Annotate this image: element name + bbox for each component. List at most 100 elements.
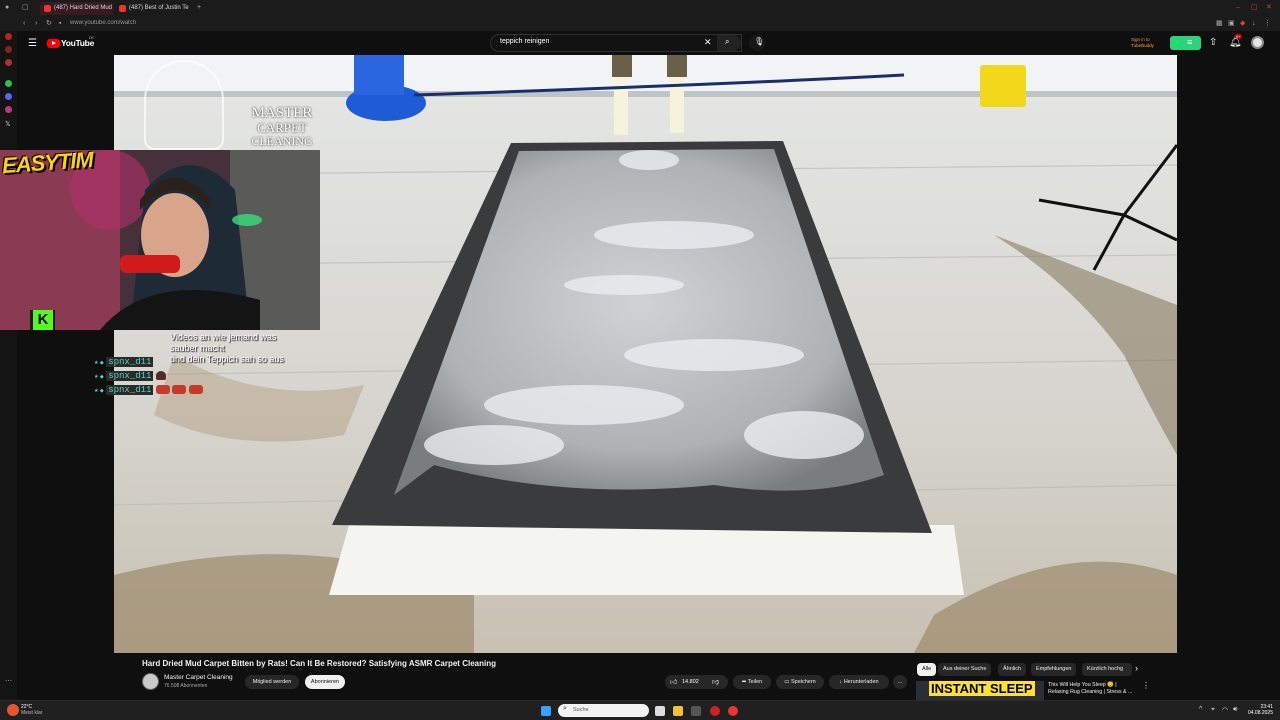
app-taskbar-icon[interactable] xyxy=(728,706,738,716)
chat-message: ★ ◆ spnx_d11 xyxy=(94,369,203,383)
reload-icon[interactable]: ↻ xyxy=(46,19,52,29)
sidebar-more-icon[interactable]: ⋯ xyxy=(5,677,12,687)
tray-location-icon[interactable]: ⌖ xyxy=(1211,706,1215,714)
taskbar-search-icon: ⌕ xyxy=(563,705,567,712)
join-button[interactable]: Mitglied werden xyxy=(245,675,299,689)
chip-from-search[interactable]: Aus deiner Suche xyxy=(938,663,992,676)
forward-icon[interactable]: › xyxy=(35,19,37,29)
sidebar-x-icon[interactable]: 𝕏 xyxy=(5,120,11,130)
chip-recommendations[interactable]: Empfehlungen xyxy=(1031,663,1077,676)
task-view-icon[interactable] xyxy=(655,706,665,716)
watermark-cleaner-icon xyxy=(144,60,224,150)
chat-username: spnx_d11 xyxy=(106,385,154,395)
search-input[interactable]: teppich reinigen xyxy=(500,38,549,45)
chat-messages: ★ ◆ spnx_d11 ★ ◆ spnx_d11 ★ ◆ spnx_d11 xyxy=(94,355,203,397)
channel-watermark: MASTER CARPET CLEANING xyxy=(227,105,337,148)
watermark-line-2: CARPET xyxy=(257,120,307,135)
recommendation-thumbnail[interactable]: INSTANT SLEEP xyxy=(916,681,1044,700)
sidebar-messenger-icon[interactable] xyxy=(5,59,12,66)
recommendation-menu-icon[interactable]: ⋮ xyxy=(1142,681,1150,690)
weather-widget[interactable]: 22°C Meist klar xyxy=(21,704,42,716)
windows-taskbar: 22°C Meist klar ⌕ Suche ^ ⌖ ◠ 🔊︎ 23:41 0… xyxy=(0,700,1280,720)
sidebar-discord-icon[interactable] xyxy=(5,93,12,100)
tray-chevron-icon[interactable]: ^ xyxy=(1199,706,1202,713)
subscribe-button[interactable]: Abonnieren xyxy=(305,675,345,689)
file-explorer-icon[interactable] xyxy=(673,706,683,716)
extensions-icon[interactable]: ▦ xyxy=(1216,19,1223,29)
hamburger-menu-icon[interactable]: ☰ xyxy=(28,38,37,49)
chat-message: ★ ◆ spnx_d11 xyxy=(94,383,203,397)
sidebar-opera-icon[interactable] xyxy=(5,33,12,40)
lock-icon: ▪ xyxy=(59,20,62,27)
tubebuddy-signin[interactable]: Sign in to TubeBuddy xyxy=(1131,37,1154,48)
thumbnail-text: INSTANT SLEEP xyxy=(929,681,1035,696)
upload-icon[interactable]: ⇧ xyxy=(1209,37,1217,48)
dislike-icon[interactable]: 👎︎ xyxy=(712,677,719,686)
search-box[interactable]: teppich reinigen ✕ xyxy=(490,34,742,52)
download-button[interactable]: ↓ Herunterladen xyxy=(829,675,889,689)
taskbar-search[interactable]: ⌕ Suche xyxy=(558,704,649,717)
tab-title: (487) Best of Justin Te xyxy=(129,5,189,11)
screenshot-icon[interactable]: ▣ xyxy=(1228,19,1235,29)
share-button[interactable]: ➦ Teilen xyxy=(733,675,771,689)
new-tab-button[interactable]: + xyxy=(197,3,201,13)
chips-next-icon[interactable]: › xyxy=(1135,663,1138,673)
volume-icon[interactable]: 🔊︎ xyxy=(1233,706,1237,714)
download-label: Herunterladen xyxy=(843,679,879,685)
search-icon: ⌕ xyxy=(725,37,730,46)
browser-tab-bar: ● ▢ (487) Hard Dried Mud (487) Best of J… xyxy=(0,0,1280,16)
address-bar: ‹ › ↻ ▪ www.youtube.com/watch ▦ ▣ ◆ ↓ ⋮ xyxy=(0,16,1280,31)
chip-recent[interactable]: Kürzlich hochg xyxy=(1082,663,1132,676)
streamer-webcam: EASYTIM K xyxy=(0,150,320,330)
chip-similar[interactable]: Ähnlich xyxy=(998,663,1027,676)
kick-logo-icon: K xyxy=(33,310,53,330)
chat-badge-icon: ★ ◆ xyxy=(94,360,104,366)
chat-emote-icon xyxy=(172,385,187,395)
channel-name[interactable]: Master Carpet Cleaning xyxy=(164,674,233,681)
download-icon[interactable]: ↓ xyxy=(1252,19,1256,29)
close-window-icon[interactable]: ✕ xyxy=(1266,3,1272,13)
maximize-icon[interactable]: ▢ xyxy=(1251,3,1258,13)
logo-country: DE xyxy=(89,36,94,40)
back-icon[interactable]: ‹ xyxy=(23,19,25,29)
clock[interactable]: 23:41 04.08.2025 xyxy=(1247,704,1273,716)
avatar[interactable] xyxy=(1251,36,1264,49)
like-count[interactable]: 14.802 xyxy=(682,679,699,685)
like-icon[interactable]: 👍︎ xyxy=(670,677,677,686)
recommendation-title[interactable]: This Will Help You Sleep 😴 | Relaxing Ru… xyxy=(1048,682,1132,696)
more-actions-button[interactable]: ... xyxy=(893,675,907,689)
tab-overview-icon[interactable]: ▢ xyxy=(22,3,29,13)
caption-line: sauber macht xyxy=(170,343,225,353)
voice-search-button[interactable]: 🎙︎ xyxy=(749,35,765,51)
tab-active[interactable]: (487) Hard Dried Mud xyxy=(40,2,113,15)
chat-username: spnx_d11 xyxy=(106,357,154,367)
shield-icon[interactable]: ◆ xyxy=(1240,19,1245,29)
subscriber-count: 76.508 Abonnenten xyxy=(164,683,208,689)
settings-icon[interactable]: ⋮ xyxy=(1264,19,1271,29)
sidebar-instagram-icon[interactable] xyxy=(5,106,12,113)
save-label: Speichern xyxy=(790,679,816,685)
clear-search-icon[interactable]: ✕ xyxy=(704,37,712,48)
url-text[interactable]: www.youtube.com/watch xyxy=(70,18,136,29)
channel-avatar[interactable] xyxy=(142,673,159,690)
save-button[interactable]: ▭ Speichern xyxy=(776,675,824,689)
menu-lines-icon: ≡ xyxy=(1187,37,1193,47)
tubebuddy-icon: ● xyxy=(1175,38,1180,47)
minimize-icon[interactable]: – xyxy=(1236,3,1240,13)
opera-taskbar-icon[interactable] xyxy=(710,706,720,716)
webcam-frame xyxy=(0,150,320,330)
chat-message: ★ ◆ spnx_d11 xyxy=(94,355,203,369)
video-title: Hard Dried Mud Carpet Bitten by Rats! Ca… xyxy=(142,659,496,668)
weather-icon[interactable] xyxy=(7,704,19,716)
windows-start-icon[interactable] xyxy=(541,706,551,716)
search-button[interactable]: ⌕ xyxy=(717,35,741,51)
sidebar-whatsapp-icon[interactable] xyxy=(5,80,12,87)
tubebuddy-button[interactable]: ● ≡ xyxy=(1170,36,1201,50)
chat-emote-icon xyxy=(155,371,166,381)
browser-menu-icon[interactable]: ● xyxy=(5,3,9,13)
chip-all[interactable]: Alle xyxy=(917,663,937,676)
tab-inactive[interactable]: (487) Best of Justin Te xyxy=(115,2,193,15)
wifi-icon[interactable]: ◠ xyxy=(1222,706,1228,714)
store-icon[interactable] xyxy=(691,706,701,716)
sidebar-aria-icon[interactable] xyxy=(5,46,12,53)
